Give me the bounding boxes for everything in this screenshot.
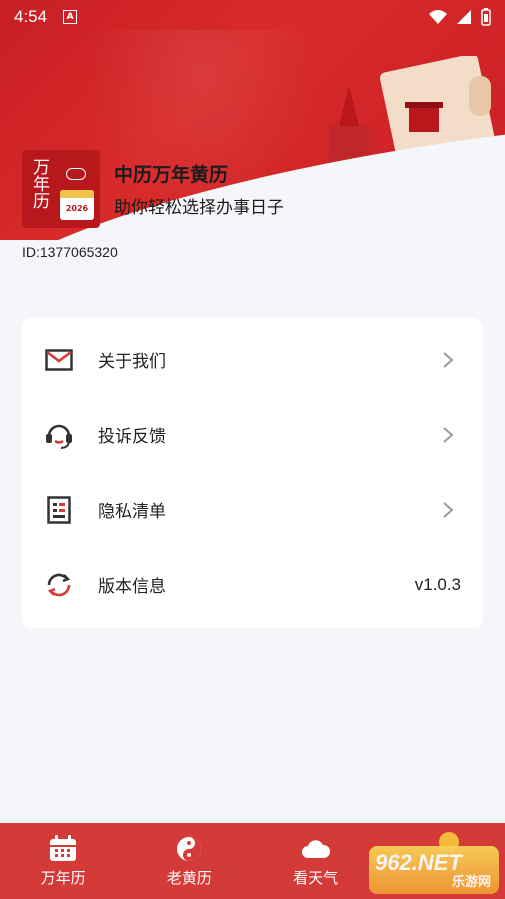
menu-item-label: 版本信息 (98, 577, 166, 597)
status-time: 4:54 (14, 7, 48, 26)
chevron-right-icon (443, 501, 454, 518)
chevron-right-icon (443, 351, 454, 368)
menu-item-label: 投诉反馈 (98, 427, 166, 447)
refresh-icon (44, 570, 74, 600)
tab-label: 万年历 (40, 868, 86, 887)
menu-card: 关于我们 投诉反馈 隐私清单 版本信息 v1.0.3 (22, 318, 483, 628)
menu-item-feedback[interactable]: 投诉反馈 (22, 397, 483, 472)
menu-item-privacy-list[interactable]: 隐私清单 (22, 472, 483, 547)
menu-item-label: 关于我们 (98, 352, 166, 372)
watermark-sub-text: 乐游网 (451, 875, 491, 890)
profile-text: 中历万年黄历 助你轻松选择办事日子 (114, 160, 284, 218)
calendar-badge: 2026 (60, 190, 94, 220)
app-name: 中历万年黄历 (114, 164, 229, 186)
site-watermark: 962.NET 乐游网 (369, 846, 499, 894)
battery-icon (481, 8, 491, 26)
tab-label: 老黄历 (166, 868, 212, 887)
app-logo-text: 万年历 (29, 158, 49, 209)
signal-icon (457, 10, 471, 24)
wifi-icon (429, 10, 447, 24)
menu-item-label: 隐私清单 (98, 502, 166, 522)
tab-almanac[interactable]: 老黄历 (126, 823, 252, 899)
cloud-icon (301, 835, 331, 863)
tab-weather[interactable]: 看天气 (253, 823, 379, 899)
watermark-main-text: 962.NET (375, 850, 462, 875)
tab-calendar[interactable]: 万年历 (0, 823, 126, 899)
status-bar: 4:54 A (0, 0, 505, 34)
menu-item-about[interactable]: 关于我们 (22, 322, 483, 397)
menu-item-version[interactable]: 版本信息 v1.0.3 (22, 547, 483, 622)
notification-icon: A (63, 10, 78, 24)
stamp-decoration (66, 168, 86, 180)
app-slogan: 助你轻松选择办事日子 (114, 198, 284, 218)
profile-block: 万年历 2026 中历万年黄历 助你轻松选择办事日子 (22, 150, 284, 228)
chevron-right-icon (443, 426, 454, 443)
mail-icon (44, 345, 74, 375)
app-logo: 万年历 2026 (22, 150, 100, 228)
tab-label: 看天气 (293, 868, 339, 887)
list-icon (44, 495, 74, 525)
headset-icon (44, 420, 74, 450)
version-value: v1.0.3 (414, 574, 461, 594)
user-id: ID:1377065320 (22, 244, 118, 260)
yin-yang-icon (174, 835, 204, 863)
calendar-icon (48, 834, 78, 863)
